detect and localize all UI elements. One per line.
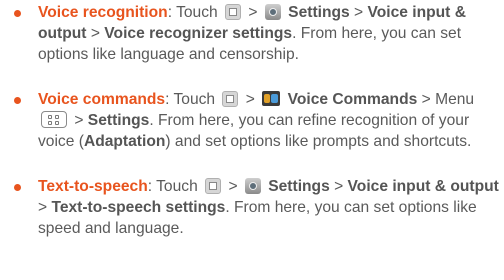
text: : Touch bbox=[147, 178, 198, 195]
separator: > bbox=[90, 25, 100, 42]
settings-icon bbox=[244, 178, 261, 194]
voice-input-output-label: Voice input & output bbox=[347, 178, 499, 195]
menu-button-icon bbox=[41, 111, 67, 128]
list-item-text-to-speech: Text-to-speech: Touch > Settings > Voice… bbox=[14, 176, 500, 239]
separator: > bbox=[334, 178, 344, 195]
settings-label: Settings bbox=[87, 112, 150, 129]
settings-label: Settings bbox=[268, 178, 330, 195]
bullet bbox=[14, 184, 21, 191]
text: : Touch bbox=[165, 91, 216, 108]
separator: > bbox=[248, 4, 258, 21]
list-item-voice-recognition: Voice recognition: Touch > Settings > Vo… bbox=[14, 2, 500, 65]
separator: > bbox=[354, 4, 364, 21]
separator: > bbox=[74, 112, 84, 129]
menu-key-icon bbox=[205, 178, 222, 194]
separator: > bbox=[228, 178, 238, 195]
menu-key-icon bbox=[222, 91, 239, 107]
adaptation-label: Adaptation bbox=[83, 133, 166, 150]
bullet bbox=[14, 97, 21, 104]
voice-recognizer-settings-label: Voice recognizer settings bbox=[104, 25, 293, 42]
bullet bbox=[14, 10, 21, 17]
separator: > bbox=[245, 91, 255, 108]
list-item-voice-commands: Voice commands: Touch > Voice Commands >… bbox=[14, 89, 500, 152]
voice-settings-list: Voice recognition: Touch > Settings > Vo… bbox=[0, 0, 504, 280]
term-text-to-speech: Text-to-speech bbox=[38, 178, 148, 195]
voice-commands-label: Voice Commands bbox=[287, 91, 418, 108]
separator: > bbox=[38, 199, 48, 216]
term-voice-commands: Voice commands bbox=[38, 91, 166, 108]
text: > Menu bbox=[421, 91, 475, 108]
text-to-speech-settings-label: Text-to-speech settings bbox=[51, 199, 226, 216]
term-voice-recognition: Voice recognition bbox=[38, 4, 168, 21]
voice-commands-app-icon bbox=[262, 91, 281, 106]
settings-icon bbox=[264, 4, 281, 20]
text: : Touch bbox=[167, 4, 218, 21]
settings-label: Settings bbox=[288, 4, 350, 21]
description: ) and set options like prompts and short… bbox=[165, 133, 472, 150]
menu-key-icon bbox=[225, 4, 242, 20]
